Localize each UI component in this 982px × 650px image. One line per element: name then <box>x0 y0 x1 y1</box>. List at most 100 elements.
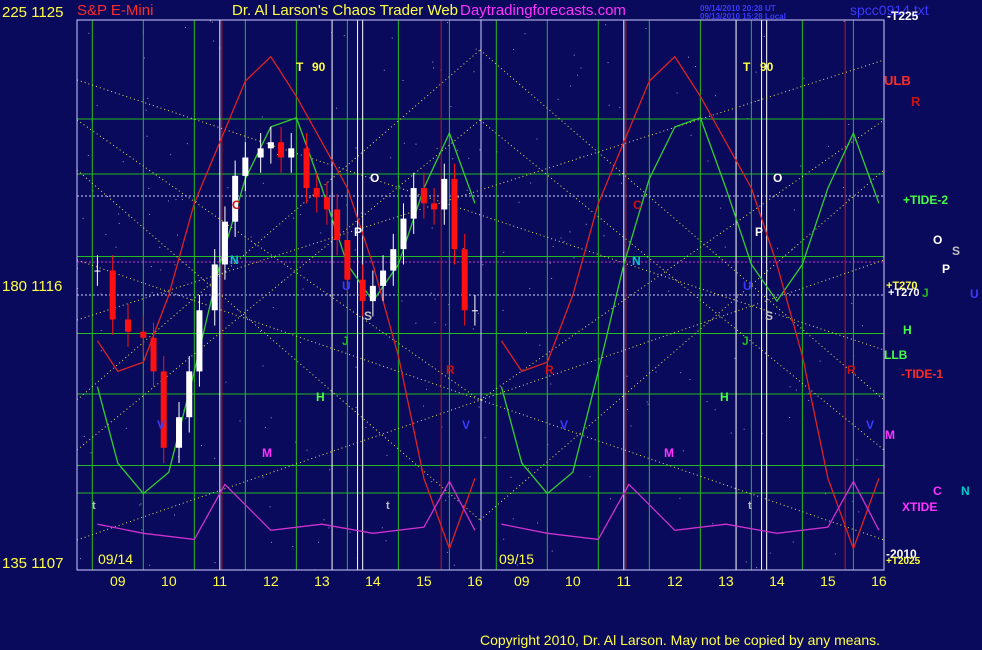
x-tick-label: 15 <box>820 573 836 589</box>
star <box>302 288 304 290</box>
star <box>355 407 357 409</box>
star <box>462 248 464 250</box>
star <box>320 232 322 234</box>
star <box>323 519 325 521</box>
star <box>445 324 447 326</box>
star <box>214 562 216 564</box>
star <box>87 154 89 156</box>
star <box>793 209 795 211</box>
star <box>355 366 357 368</box>
mark-r-1: R <box>446 363 455 377</box>
star <box>430 292 432 294</box>
star <box>225 381 227 383</box>
xtide-line <box>97 480 476 541</box>
x-tick-label: 12 <box>667 573 683 589</box>
mark-c-2: C <box>633 198 642 212</box>
star <box>143 57 145 59</box>
star <box>552 245 554 247</box>
price-bar <box>461 249 468 311</box>
star <box>115 246 117 248</box>
star <box>518 201 520 203</box>
star <box>834 553 836 555</box>
star <box>689 379 691 381</box>
legend-u: U <box>970 287 979 301</box>
star <box>795 389 797 391</box>
star <box>570 85 572 87</box>
star <box>447 22 449 24</box>
legend-j: J <box>922 286 929 300</box>
star <box>682 450 684 452</box>
star <box>473 71 475 73</box>
star <box>695 65 697 67</box>
star <box>647 403 649 405</box>
mark-r-2: R <box>545 363 554 377</box>
mark-90-1: 90 <box>312 60 326 74</box>
star <box>527 468 529 470</box>
star <box>83 435 85 437</box>
star <box>151 292 153 294</box>
star <box>213 40 215 42</box>
x-tick-label: 11 <box>617 573 632 589</box>
star <box>655 371 657 373</box>
star <box>646 401 648 403</box>
legend-s: S <box>952 244 961 258</box>
price-bar <box>359 279 366 302</box>
price-bar <box>242 157 249 176</box>
x-tick-label: 16 <box>467 573 483 589</box>
star <box>484 437 486 439</box>
mark-c-1: C <box>232 198 241 212</box>
tide-line-tide1 <box>96 55 476 551</box>
star <box>426 388 428 390</box>
star <box>261 116 263 118</box>
star <box>329 469 331 471</box>
mark-j-2: J <box>742 334 749 348</box>
copyright-notice: Copyright 2010, Dr. Al Larson. May not b… <box>480 632 881 648</box>
star <box>680 372 682 374</box>
star <box>526 331 528 333</box>
price-bar <box>410 188 417 219</box>
site-link[interactable]: Daytradingforecasts.com <box>460 2 626 19</box>
star <box>436 147 438 149</box>
star <box>856 459 858 461</box>
star <box>238 310 240 312</box>
star <box>90 452 92 454</box>
star <box>175 199 177 201</box>
star <box>433 67 435 69</box>
x-tick-label: 12 <box>263 573 279 589</box>
star <box>524 33 526 35</box>
legend-llb: LLB <box>884 348 908 362</box>
star <box>292 546 294 548</box>
star <box>503 538 505 540</box>
star <box>851 302 853 304</box>
star <box>557 98 559 100</box>
price-bar <box>313 188 320 198</box>
legend-ulb: ULB <box>884 73 911 88</box>
star <box>96 104 98 106</box>
x-tick-label: 09 <box>110 573 126 589</box>
star <box>125 427 127 429</box>
x-tick-label: 16 <box>871 573 887 589</box>
chart-title: Dr. Al Larson's Chaos Trader Web <box>232 2 459 19</box>
star <box>472 328 474 330</box>
star <box>365 426 367 428</box>
star <box>789 386 791 388</box>
star <box>630 425 632 427</box>
star <box>605 24 607 26</box>
star <box>383 69 385 71</box>
x-tick-label: 14 <box>769 573 785 589</box>
star <box>349 531 351 533</box>
price-bar <box>303 148 310 189</box>
mark-u-1: U <box>342 279 351 293</box>
star <box>122 161 124 163</box>
star <box>145 109 147 111</box>
chart-symbol: S&P E-Mini <box>77 2 154 19</box>
star <box>551 550 553 552</box>
price-bar <box>267 142 274 149</box>
star <box>563 240 565 242</box>
x-tick-label: 11 <box>213 573 228 589</box>
star <box>803 77 805 79</box>
star <box>434 298 436 300</box>
star <box>140 503 142 505</box>
diagonal-line <box>76 119 481 451</box>
star <box>318 541 320 543</box>
